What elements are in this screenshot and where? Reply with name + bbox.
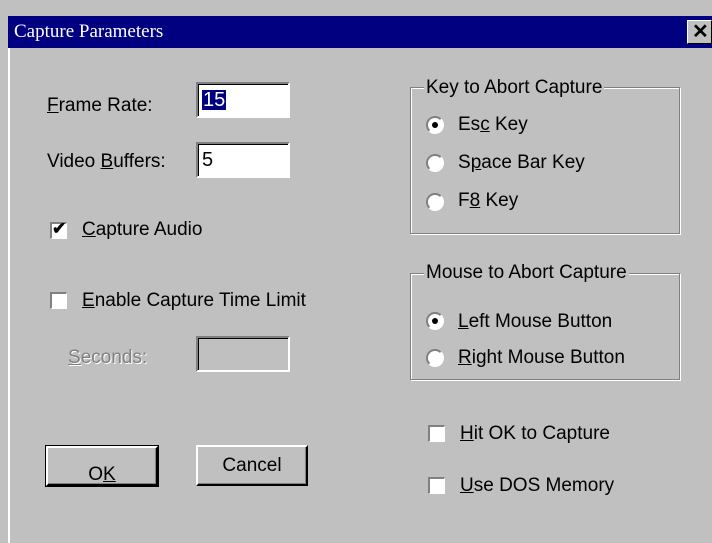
key-abort-group-title: Key to Abort Capture [424, 77, 605, 99]
left-mouse-button-label[interactable]: Left Mouse Button [458, 311, 612, 333]
enable-time-limit-label[interactable]: Enable Capture Time Limit [82, 290, 306, 312]
cancel-button[interactable]: Cancel [196, 445, 308, 486]
frame-rate-label: Frame Rate: [47, 95, 153, 116]
seconds-label: Seconds: [68, 347, 148, 368]
space-bar-key-label[interactable]: Space Bar Key [458, 152, 585, 174]
hit-ok-label[interactable]: Hit OK to Capture [460, 423, 610, 445]
ok-button[interactable]: OK [45, 445, 159, 487]
use-dos-memory-checkbox[interactable] [428, 477, 445, 494]
window-title: Capture Parameters [14, 21, 164, 42]
hit-ok-checkbox[interactable] [428, 425, 445, 442]
radio-dot-icon [432, 122, 438, 128]
frame-rate-value: 15 [202, 89, 227, 111]
esc-key-label[interactable]: Esc Key [458, 114, 528, 136]
f8-key-label[interactable]: F8 Key [458, 190, 518, 212]
capture-audio-label[interactable]: Capture Audio [82, 219, 202, 241]
check-icon: ✔ [52, 219, 67, 238]
f8-key-radio[interactable] [426, 193, 444, 211]
use-dos-memory-label[interactable]: Use DOS Memory [460, 475, 614, 497]
ok-button-label: OK [88, 464, 116, 485]
close-icon: ✕ [692, 21, 709, 43]
right-mouse-button-label[interactable]: Right Mouse Button [458, 347, 625, 369]
left-mouse-button-radio[interactable] [426, 312, 444, 330]
video-buffers-input[interactable]: 5 [196, 142, 290, 178]
seconds-input [196, 336, 290, 372]
video-buffers-label: Video Buffers: [47, 151, 166, 172]
close-button[interactable]: ✕ [687, 20, 712, 44]
mouse-abort-group-title: Mouse to Abort Capture [424, 262, 629, 284]
capture-parameters-dialog: Capture Parameters ✕ Frame Rate: 15 Vide… [0, 0, 712, 543]
enable-time-limit-checkbox[interactable] [50, 292, 67, 309]
frame-rate-input[interactable]: 15 [196, 82, 290, 118]
space-bar-key-radio[interactable] [426, 154, 444, 172]
cancel-button-label: Cancel [222, 455, 282, 476]
radio-dot-icon [432, 318, 438, 324]
video-buffers-value: 5 [202, 149, 214, 171]
esc-key-radio[interactable] [426, 116, 444, 134]
window-edge [8, 48, 10, 543]
capture-audio-checkbox[interactable]: ✔ [50, 219, 67, 239]
right-mouse-button-radio[interactable] [426, 349, 444, 367]
title-bar[interactable]: Capture Parameters ✕ [8, 16, 712, 48]
